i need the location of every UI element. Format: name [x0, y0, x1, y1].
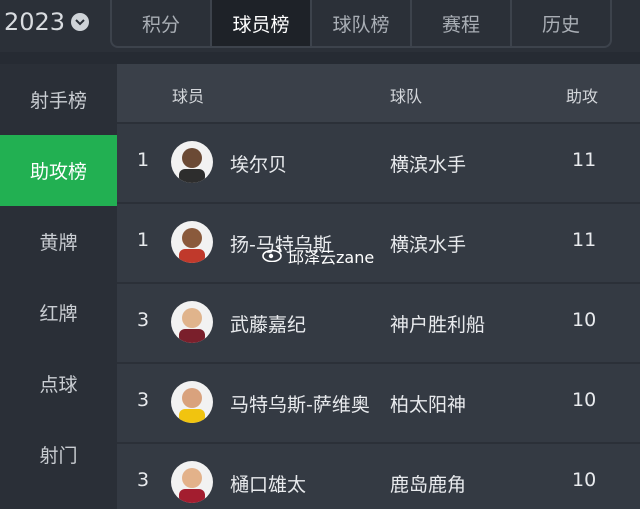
table-row[interactable]: 3 马特乌斯-萨维奥 柏太阳神 10	[117, 362, 640, 440]
season-label: 2023	[4, 8, 66, 36]
player-name: 马特乌斯-萨维奥	[230, 394, 370, 416]
table-row[interactable]: 3 樋口雄太 鹿岛鹿角 10	[117, 442, 640, 509]
watermark: 邱泽云zane	[262, 244, 374, 268]
weibo-icon	[262, 246, 284, 266]
player-avatar	[171, 301, 213, 343]
team-name: 横滨水手	[390, 234, 467, 256]
assists-table: 球员 球队 助攻 1 埃尔贝 横滨水手 11 1 扬-马特乌斯 横滨水手 11 …	[117, 64, 640, 509]
rank: 3	[137, 389, 150, 411]
season-selector[interactable]: 2023	[4, 6, 90, 38]
main-tabs: 积分 球员榜 球队榜 赛程 历史	[110, 0, 612, 48]
player-avatar	[171, 461, 213, 503]
assist-count: 11	[572, 149, 597, 171]
sidebar-item-scorers[interactable]: 射手榜	[0, 64, 117, 135]
sidebar-item-penalties[interactable]: 点球	[0, 348, 117, 419]
tab-player-rankings[interactable]: 球员榜	[210, 0, 310, 46]
player-name: 樋口雄太	[230, 474, 307, 496]
player-name: 埃尔贝	[230, 154, 288, 176]
assist-count: 10	[572, 469, 597, 491]
tab-standings[interactable]: 积分	[112, 0, 210, 46]
rank: 3	[137, 469, 150, 491]
tab-history[interactable]: 历史	[510, 0, 610, 46]
player-name: 武藤嘉纪	[230, 314, 307, 336]
player-avatar	[171, 221, 213, 263]
sidebar-item-shots[interactable]: 射门	[0, 419, 117, 490]
header-assists: 助攻	[566, 87, 599, 106]
team-name: 柏太阳神	[390, 394, 467, 416]
team-name: 横滨水手	[390, 154, 467, 176]
sidebar: 射手榜 助攻榜 黄牌 红牌 点球 射门	[0, 64, 117, 509]
rank: 3	[137, 309, 150, 331]
team-name: 神户胜利船	[390, 314, 486, 336]
table-row[interactable]: 3 武藤嘉纪 神户胜利船 10	[117, 282, 640, 360]
table-row[interactable]: 1 埃尔贝 横滨水手 11	[117, 122, 640, 200]
player-avatar	[171, 141, 213, 183]
watermark-text: 邱泽云zane	[288, 248, 375, 267]
top-bar: 2023 积分 球员榜 球队榜 赛程 历史	[0, 0, 640, 52]
sidebar-item-assists[interactable]: 助攻榜	[0, 135, 117, 206]
assist-count: 11	[572, 229, 597, 251]
chevron-down-icon	[71, 13, 90, 31]
table-row[interactable]: 1 扬-马特乌斯 横滨水手 11	[117, 202, 640, 280]
assist-count: 10	[572, 309, 597, 331]
team-name: 鹿岛鹿角	[390, 474, 467, 496]
player-avatar	[171, 381, 213, 423]
rank: 1	[137, 229, 150, 251]
sidebar-item-red-cards[interactable]: 红牌	[0, 277, 117, 348]
table-header: 球员 球队 助攻	[117, 64, 640, 122]
header-team: 球队	[390, 87, 423, 106]
rank: 1	[137, 149, 150, 171]
assist-count: 10	[572, 389, 597, 411]
sidebar-item-yellow-cards[interactable]: 黄牌	[0, 206, 117, 277]
tab-team-rankings[interactable]: 球队榜	[310, 0, 410, 46]
header-player: 球员	[172, 87, 205, 106]
tab-schedule[interactable]: 赛程	[410, 0, 510, 46]
